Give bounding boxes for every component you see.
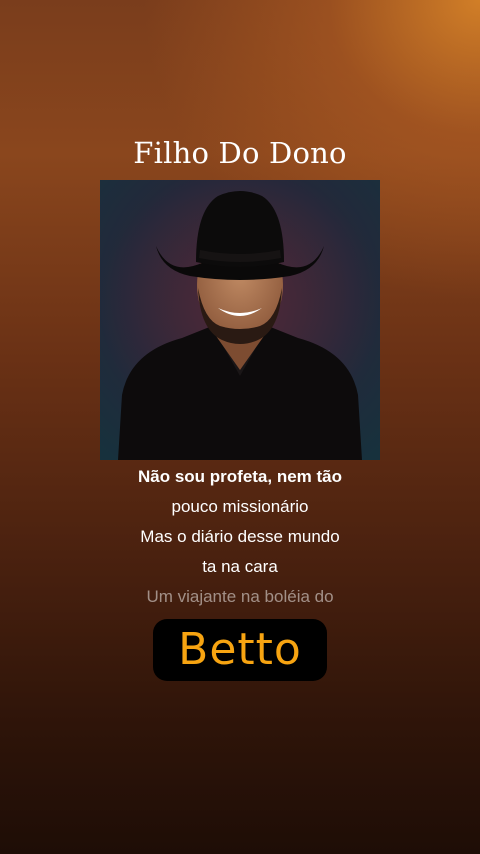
lyrics-panel: Não sou profeta, nem tão pouco missionár… — [0, 462, 480, 612]
song-title: Filho Do Dono — [133, 136, 347, 170]
lyric-line: ta na cara — [202, 557, 278, 576]
lyric-line-upcoming: Um viajante na boléia do — [146, 587, 334, 606]
lyric-line: Mas o diário desse mundo — [140, 527, 340, 546]
lyric-line: pouco missionário — [171, 497, 309, 516]
artist-photo — [100, 180, 380, 460]
creator-badge: Betto — [153, 619, 327, 681]
creator-badge-text: Betto — [178, 624, 302, 675]
album-cover — [100, 180, 380, 460]
lyric-line-current: Não sou profeta, nem tão — [137, 467, 343, 486]
